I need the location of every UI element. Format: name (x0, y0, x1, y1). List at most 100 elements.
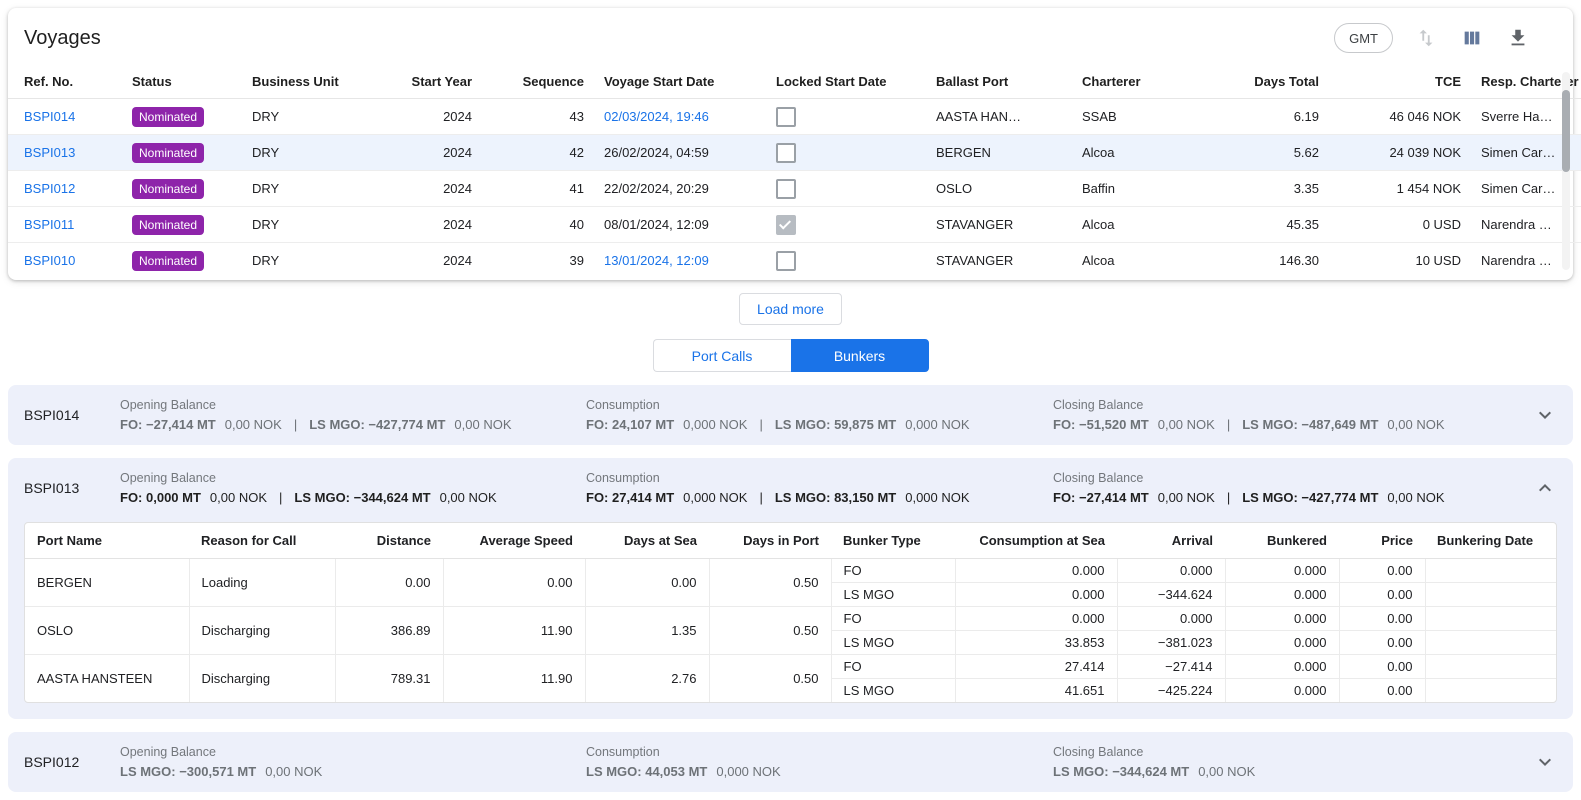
fuel-amount: 0,00 NOK (265, 764, 322, 779)
voyage-row-BSPI014[interactable]: BSPI014NominatedDRY20244302/03/2024, 19:… (8, 99, 1581, 135)
balance-group-consumption: ConsumptionFO: 27,414 MT0,000 NOK|LS MGO… (586, 469, 1053, 507)
fuel-quantity: FO: −27,414 MT (1053, 490, 1149, 505)
tab-bunkers[interactable]: Bunkers (791, 339, 929, 372)
voyages-table: Ref. No.StatusBusiness UnitStart YearSeq… (8, 65, 1581, 278)
bunker-section-header[interactable]: BSPI012Opening BalanceLS MGO: −300,571 M… (24, 740, 1557, 784)
voyage-row-BSPI011[interactable]: BSPI011NominatedDRY20244008/01/2024, 12:… (8, 207, 1581, 243)
port-row: BERGENLoading0.000.000.000.50FO0.0000.00… (25, 559, 1557, 583)
bunker-type-cell: FO (831, 559, 955, 583)
voyage-row-BSPI012[interactable]: BSPI012NominatedDRY20244122/02/2024, 20:… (8, 171, 1581, 207)
bunker-section-header[interactable]: BSPI014Opening BalanceFO: −27,414 MT0,00… (24, 393, 1557, 437)
balance-group-opening-balance: Opening BalanceLS MGO: −300,571 MT0,00 N… (120, 743, 586, 781)
voyage-row-BSPI010[interactable]: BSPI010NominatedDRY20243913/01/2024, 12:… (8, 243, 1581, 279)
locked-start-date-checkbox[interactable] (776, 143, 796, 163)
balance-group-opening-balance: Opening BalanceFO: −27,414 MT0,00 NOK|LS… (120, 396, 586, 434)
column-header-charterer[interactable]: Charterer (1072, 65, 1204, 99)
vertical-scrollbar[interactable] (1562, 72, 1570, 270)
fuel-quantity: FO: −51,520 MT (1053, 417, 1149, 432)
voyage-ref-link[interactable]: BSPI010 (24, 253, 75, 268)
fuel-amount: 0,000 NOK (905, 417, 969, 432)
bunker-section-header[interactable]: BSPI013Opening BalanceFO: 0,000 MT0,00 N… (24, 466, 1557, 510)
bunkering-date-cell (1425, 631, 1557, 655)
fuel-amount: 0,000 NOK (683, 417, 747, 432)
locked-start-date-checkbox[interactable] (776, 215, 796, 235)
voyages-card: Voyages GMT Ref. No.StatusBusiness UnitS… (8, 8, 1573, 280)
column-header-start-year[interactable]: Start Year (384, 65, 482, 99)
detail-column-header-bunkering-date: Bunkering Date (1425, 523, 1557, 559)
bunkered-cell: 0.000 (1225, 631, 1339, 655)
days-in-port-cell: 0.50 (709, 607, 831, 655)
price-cell: 0.00 (1339, 607, 1425, 631)
bunker-sections: BSPI014Opening BalanceFO: −27,414 MT0,00… (8, 385, 1573, 792)
voyage-start-date-link[interactable]: 13/01/2024, 12:09 (604, 253, 709, 268)
voyage-ref-link[interactable]: BSPI014 (24, 109, 75, 124)
bunkered-cell: 0.000 (1225, 655, 1339, 679)
column-header-ballast-port[interactable]: Ballast Port (926, 65, 1072, 99)
separator: | (294, 417, 297, 432)
fuel-quantity: LS MGO: 83,150 MT (775, 490, 896, 505)
column-header-tce[interactable]: TCE (1329, 65, 1471, 99)
consumption-at-sea-cell: 41.651 (955, 679, 1117, 703)
detail-column-header-distance: Distance (335, 523, 443, 559)
voyage-start-date-link[interactable]: 02/03/2024, 19:46 (604, 109, 709, 124)
sequence-cell: 40 (482, 207, 594, 243)
chevron-down-icon[interactable] (1533, 403, 1557, 427)
balance-group-title: Closing Balance (1053, 745, 1531, 759)
download-icon[interactable] (1505, 25, 1531, 51)
load-more-button[interactable]: Load more (739, 293, 842, 325)
ballast-port-cell: OSLO (926, 171, 1072, 207)
chevron-up-icon[interactable] (1533, 476, 1557, 500)
arrival-cell: 0.000 (1117, 559, 1225, 583)
fuel-quantity: LS MGO: −300,571 MT (120, 764, 256, 779)
scrollbar-thumb[interactable] (1562, 90, 1570, 172)
voyage-ref-link[interactable]: BSPI013 (24, 145, 75, 160)
balance-group-closing-balance: Closing BalanceFO: −27,414 MT0,00 NOK|LS… (1053, 469, 1531, 507)
locked-start-date-checkbox[interactable] (776, 107, 796, 127)
timezone-button[interactable]: GMT (1334, 23, 1393, 53)
tab-port-calls[interactable]: Port Calls (653, 339, 791, 372)
port-row: AASTA HANSTEENDischarging789.3111.902.76… (25, 655, 1557, 679)
bunker-section-ref: BSPI014 (24, 407, 120, 423)
start-year-cell: 2024 (384, 243, 482, 279)
column-header-locked-start-date[interactable]: Locked Start Date (766, 65, 926, 99)
port-bunker-table: Port NameReason for CallDistanceAverage … (24, 522, 1557, 703)
charterer-cell: SSAB (1072, 99, 1204, 135)
voyage-start-date-cell: 26/02/2024, 04:59 (594, 135, 766, 171)
column-header-days-total[interactable]: Days Total (1204, 65, 1329, 99)
locked-start-date-checkbox[interactable] (776, 179, 796, 199)
arrival-cell: −344.624 (1117, 583, 1225, 607)
column-header-voyage-start-date[interactable]: Voyage Start Date (594, 65, 766, 99)
chevron-down-icon[interactable] (1533, 750, 1557, 774)
column-header-status[interactable]: Status (122, 65, 242, 99)
detail-column-header-price: Price (1339, 523, 1425, 559)
days-in-port-cell: 0.50 (709, 559, 831, 607)
ballast-port-cell: AASTA HAN… (926, 99, 1072, 135)
consumption-at-sea-cell: 0.000 (955, 583, 1117, 607)
voyage-row-BSPI013[interactable]: BSPI013NominatedDRY20244226/02/2024, 04:… (8, 135, 1581, 171)
balance-group-closing-balance: Closing BalanceFO: −51,520 MT0,00 NOK|LS… (1053, 396, 1531, 434)
detail-column-header-days-at-sea: Days at Sea (585, 523, 709, 559)
tce-cell: 1 454 NOK (1329, 171, 1471, 207)
bunker-section-BSPI014: BSPI014Opening BalanceFO: −27,414 MT0,00… (8, 385, 1573, 445)
voyage-ref-link[interactable]: BSPI011 (24, 217, 74, 232)
port-name-cell: OSLO (25, 607, 189, 655)
columns-icon[interactable] (1459, 25, 1485, 51)
fuel-quantity: FO: −27,414 MT (120, 417, 216, 432)
tce-cell: 10 USD (1329, 243, 1471, 279)
column-header-sequence[interactable]: Sequence (482, 65, 594, 99)
balance-group-closing-balance: Closing BalanceLS MGO: −344,624 MT0,00 N… (1053, 743, 1531, 781)
locked-start-date-checkbox[interactable] (776, 251, 796, 271)
balance-group-consumption: ConsumptionLS MGO: 44,053 MT0,000 NOK (586, 743, 1053, 781)
price-cell: 0.00 (1339, 583, 1425, 607)
fuel-quantity: FO: 27,414 MT (586, 490, 674, 505)
days-total-cell: 5.62 (1204, 135, 1329, 171)
sort-icon[interactable] (1413, 25, 1439, 51)
voyage-start-date-cell: 02/03/2024, 19:46 (594, 99, 766, 135)
view-toggle: Port Calls Bunkers (8, 339, 1573, 372)
bunkering-date-cell (1425, 655, 1557, 679)
column-header-business-unit[interactable]: Business Unit (242, 65, 384, 99)
column-header-ref-no[interactable]: Ref. No. (8, 65, 122, 99)
voyage-ref-link[interactable]: BSPI012 (24, 181, 75, 196)
port-row: OSLODischarging386.8911.901.350.50FO0.00… (25, 607, 1557, 631)
voyages-page: Voyages GMT Ref. No.StatusBusiness UnitS… (0, 0, 1581, 800)
